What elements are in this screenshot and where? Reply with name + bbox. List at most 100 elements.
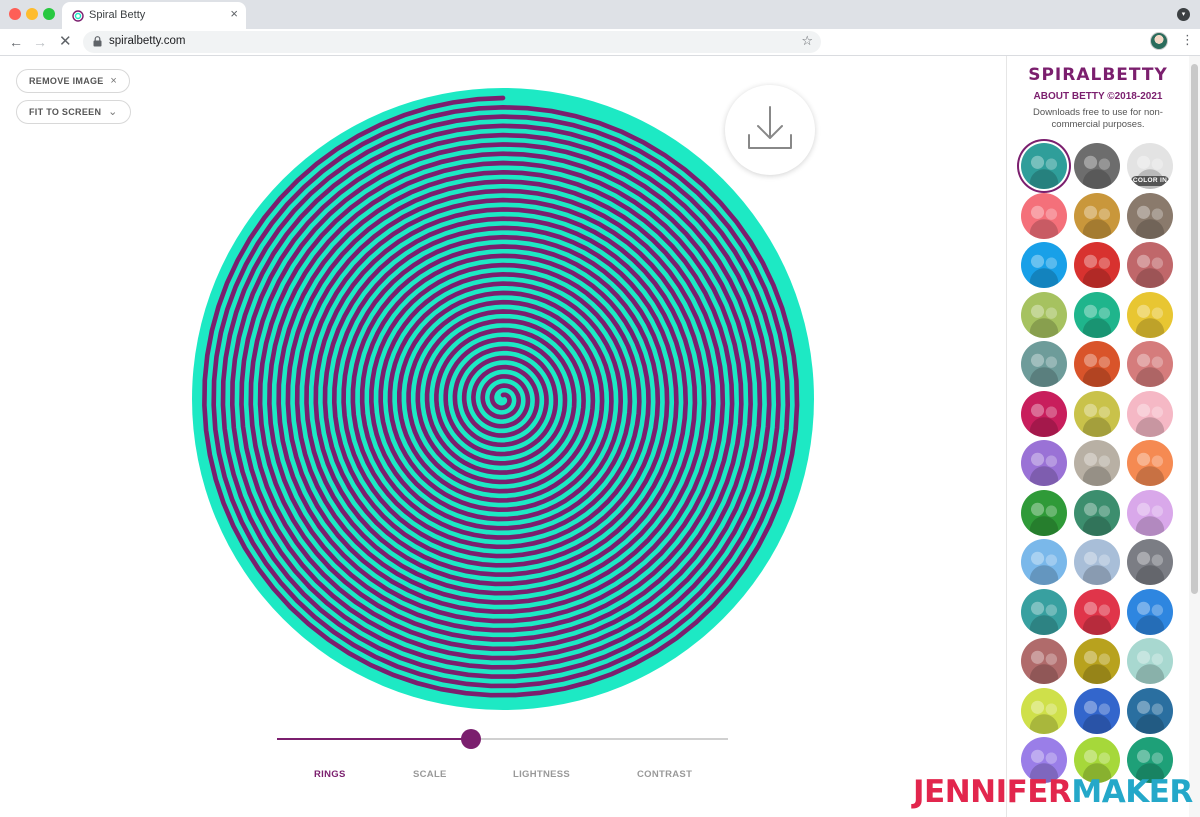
- tab-lightness[interactable]: LIGHTNESS: [513, 769, 570, 780]
- portrait-thumbnail: [1074, 341, 1120, 387]
- portrait-thumbnail: [1021, 687, 1067, 734]
- spiral-canvas[interactable]: [190, 86, 816, 712]
- download-icon: [748, 106, 792, 149]
- browser-toolbar: ← → ✕ spiralbetty.com ☆: [0, 29, 1200, 56]
- portrait-thumbnail: [1021, 390, 1067, 437]
- portrait-thumbnail: [1127, 687, 1173, 734]
- address-bar[interactable]: spiralbetty.com ☆: [83, 31, 821, 53]
- style-swatch[interactable]: [1074, 440, 1120, 486]
- portrait-thumbnail: [1127, 242, 1173, 288]
- style-swatch[interactable]: [1021, 390, 1067, 437]
- portrait-thumbnail: [1127, 341, 1173, 387]
- style-swatch[interactable]: [1127, 638, 1173, 684]
- spiral-betty-logo[interactable]: SPIRALBETTY: [1007, 65, 1188, 85]
- style-swatch[interactable]: [1021, 341, 1067, 387]
- stop-loading-icon[interactable]: ✕: [59, 33, 72, 51]
- spiral-favicon-icon: [72, 10, 84, 22]
- tab-rings[interactable]: RINGS: [314, 769, 346, 780]
- style-swatch[interactable]: [1074, 390, 1120, 437]
- tab-close-icon[interactable]: ×: [230, 7, 238, 21]
- style-swatch[interactable]: [1127, 588, 1173, 635]
- rings-slider[interactable]: [277, 729, 728, 749]
- style-swatch[interactable]: [1021, 440, 1067, 486]
- portrait-thumbnail: [1074, 687, 1120, 734]
- portrait-thumbnail: [1074, 242, 1120, 288]
- portrait-thumbnail: [1021, 291, 1067, 338]
- style-swatch[interactable]: [1127, 192, 1173, 239]
- portrait-thumbnail: [1127, 440, 1173, 486]
- sidebar-scrollbar[interactable]: [1189, 56, 1200, 817]
- style-swatch[interactable]: [1127, 242, 1173, 288]
- style-swatch[interactable]: [1074, 192, 1120, 239]
- style-swatch[interactable]: [1127, 291, 1173, 338]
- spiral-betty-app: REMOVE IMAGE × FIT TO SCREEN ⌄ RINGS SCA…: [0, 56, 1200, 817]
- forward-arrow-icon[interactable]: →: [33, 33, 47, 51]
- portrait-thumbnail: [1021, 489, 1067, 536]
- portrait-thumbnail: [1021, 539, 1067, 585]
- scrollbar-thumb[interactable]: [1191, 64, 1198, 594]
- portrait-thumbnail: [1021, 638, 1067, 684]
- style-swatch[interactable]: [1127, 687, 1173, 734]
- license-notice: Downloads free to use for non-commercial…: [1033, 107, 1163, 130]
- style-swatch[interactable]: [1074, 242, 1120, 288]
- style-swatch[interactable]: [1127, 539, 1173, 585]
- style-swatch[interactable]: [1074, 638, 1120, 684]
- fit-to-screen-button[interactable]: FIT TO SCREEN ⌄: [16, 100, 131, 124]
- maximize-window-button[interactable]: [43, 8, 55, 20]
- portrait-thumbnail: [1021, 341, 1067, 387]
- style-swatch[interactable]: [1021, 291, 1067, 338]
- tab-search-icon[interactable]: ▾: [1177, 8, 1190, 21]
- style-swatch[interactable]: [1127, 341, 1173, 387]
- browser-tab[interactable]: Spiral Betty ×: [62, 2, 246, 29]
- minimize-window-button[interactable]: [26, 8, 38, 20]
- portrait-thumbnail: [1127, 489, 1173, 536]
- tab-scale[interactable]: SCALE: [413, 769, 447, 780]
- style-sidebar: SPIRALBETTY ABOUT BETTY ©2018-2021 Downl…: [1006, 56, 1188, 817]
- download-button[interactable]: [725, 85, 815, 175]
- style-swatch[interactable]: [1021, 242, 1067, 288]
- style-swatch[interactable]: [1021, 638, 1067, 684]
- back-arrow-icon[interactable]: ←: [9, 33, 23, 51]
- profile-avatar[interactable]: [1150, 32, 1168, 50]
- tab-contrast[interactable]: CONTRAST: [637, 769, 692, 780]
- remove-image-button[interactable]: REMOVE IMAGE ×: [16, 69, 131, 93]
- style-swatch[interactable]: [1074, 539, 1120, 585]
- slider-handle[interactable]: [460, 729, 481, 749]
- slider-fill: [277, 738, 471, 740]
- chevron-down-icon: ⌄: [108, 106, 118, 118]
- style-swatch[interactable]: [1074, 489, 1120, 536]
- portrait-thumbnail: [1021, 588, 1067, 635]
- style-swatch[interactable]: [1074, 588, 1120, 635]
- portrait-thumbnail: [1074, 390, 1120, 437]
- lock-icon: [93, 36, 102, 47]
- browser-menu-icon[interactable]: ⋮: [1181, 33, 1194, 47]
- style-swatch[interactable]: [1074, 291, 1120, 338]
- style-swatch[interactable]: [1021, 687, 1067, 734]
- style-swatch[interactable]: [1074, 687, 1120, 734]
- style-swatch[interactable]: [1021, 539, 1067, 585]
- spiral-artwork: [192, 88, 814, 710]
- style-swatch[interactable]: [1074, 341, 1120, 387]
- style-swatch[interactable]: [1127, 489, 1173, 536]
- portrait-thumbnail: [1074, 489, 1120, 536]
- portrait-thumbnail: [1021, 440, 1067, 486]
- style-swatch[interactable]: [1074, 143, 1120, 189]
- portrait-thumbnail: [1074, 440, 1120, 486]
- close-window-button[interactable]: [9, 8, 21, 20]
- style-swatch[interactable]: [1021, 143, 1067, 189]
- style-swatch[interactable]: COLOR IN: [1127, 143, 1173, 189]
- style-swatch[interactable]: [1127, 440, 1173, 486]
- about-link[interactable]: ABOUT BETTY ©2018-2021: [1007, 91, 1188, 102]
- style-swatch[interactable]: [1021, 489, 1067, 536]
- portrait-thumbnail: [1127, 588, 1173, 635]
- bookmark-star-icon[interactable]: ☆: [801, 33, 813, 49]
- portrait-thumbnail: [1074, 291, 1120, 338]
- style-swatch[interactable]: [1021, 588, 1067, 635]
- fit-to-screen-label: FIT TO SCREEN: [29, 107, 102, 117]
- portrait-thumbnail: [1074, 588, 1120, 635]
- style-swatch[interactable]: [1021, 192, 1067, 239]
- url-text: spiralbetty.com: [109, 35, 186, 47]
- style-swatch[interactable]: [1127, 390, 1173, 437]
- portrait-thumbnail: [1127, 390, 1173, 437]
- portrait-thumbnail: [1127, 291, 1173, 338]
